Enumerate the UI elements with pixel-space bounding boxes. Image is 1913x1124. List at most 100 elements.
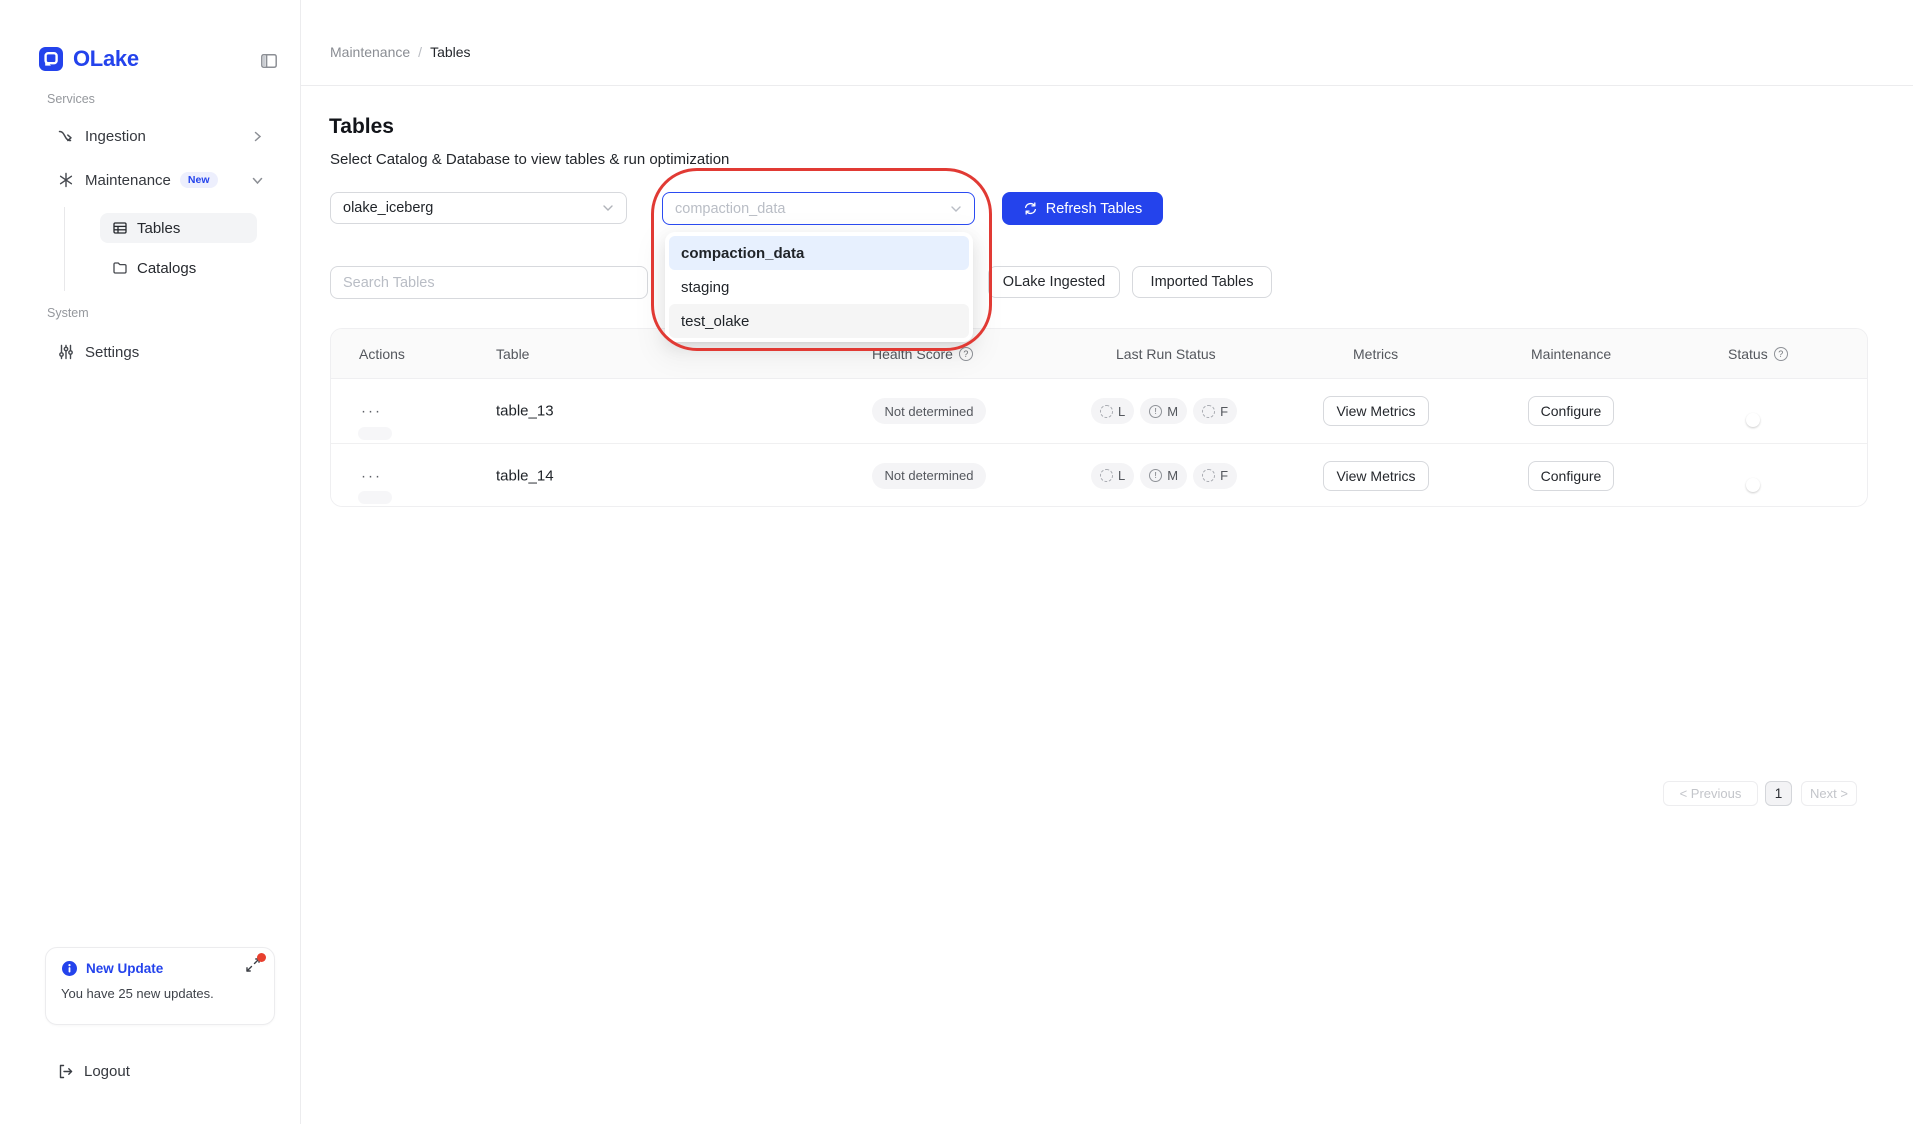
run-status-merge-pill: !M <box>1140 463 1187 489</box>
column-header-status: Status ? <box>1728 329 1788 379</box>
expand-icon[interactable] <box>245 957 263 975</box>
tables-table: Actions Table Health Score ? Last Run St… <box>330 328 1868 507</box>
table-row: ··· table_13 Not determined L !M F View … <box>331 379 1867 443</box>
help-icon[interactable]: ? <box>1774 347 1788 361</box>
header-divider <box>301 85 1913 86</box>
dropdown-option-compaction-data[interactable]: compaction_data <box>669 236 969 270</box>
health-score-badge: Not determined <box>872 398 986 424</box>
sidebar-item-label: Ingestion <box>85 128 146 145</box>
last-run-status-group: L !M F <box>1091 398 1237 424</box>
column-header-metrics: Metrics <box>1353 329 1398 379</box>
chevron-down-icon <box>950 203 962 215</box>
filter-olake-ingested-button[interactable]: OLake Ingested <box>988 266 1120 298</box>
sidebar-item-label: Tables <box>137 220 180 237</box>
filter-imported-tables-button[interactable]: Imported Tables <box>1132 266 1272 298</box>
info-icon <box>61 960 78 977</box>
table-row: ··· table_14 Not determined L !M F View … <box>331 443 1867 507</box>
catalog-select-value: olake_iceberg <box>343 200 433 216</box>
sliders-icon <box>57 343 75 361</box>
maintenance-sparkle-icon <box>57 171 75 189</box>
brand-name: OLake <box>73 47 139 71</box>
table-name: table_14 <box>496 467 554 484</box>
column-header-table: Table <box>496 329 529 379</box>
logout-button[interactable]: Logout <box>45 1056 275 1086</box>
update-card-title: New Update <box>86 961 163 976</box>
pagination-page-1[interactable]: 1 <box>1765 781 1792 806</box>
sidebar-item-catalogs[interactable]: Catalogs <box>100 253 257 283</box>
pending-spinner-icon <box>1202 405 1215 418</box>
toggle-knob <box>1746 478 1760 492</box>
pending-spinner-icon <box>1100 469 1113 482</box>
table-icon <box>112 220 128 236</box>
new-badge: New <box>180 172 218 188</box>
pagination-next-button[interactable]: Next > <box>1801 781 1857 806</box>
pagination-previous-button[interactable]: < Previous <box>1663 781 1758 806</box>
sidebar: OLake Services Ingestion <box>0 0 301 1124</box>
table-name: table_13 <box>496 403 554 420</box>
chevron-down-icon <box>602 202 614 214</box>
breadcrumb: Maintenance / Tables <box>330 44 471 60</box>
exclamation-circle-icon: ! <box>1149 469 1162 482</box>
help-icon[interactable]: ? <box>959 347 973 361</box>
exclamation-circle-icon: ! <box>1149 405 1162 418</box>
column-header-last-run-status: Last Run Status <box>1116 329 1216 379</box>
logout-label: Logout <box>84 1063 130 1080</box>
run-status-merge-pill: !M <box>1140 398 1187 424</box>
sidebar-item-label: Maintenance <box>85 172 171 189</box>
sidebar-item-settings[interactable]: Settings <box>45 337 275 367</box>
toggle-knob <box>1746 413 1760 427</box>
update-card-message: You have 25 new updates. <box>46 977 274 1001</box>
database-select-placeholder: compaction_data <box>675 201 785 217</box>
view-metrics-button[interactable]: View Metrics <box>1323 461 1429 491</box>
app-window: OLake Services Ingestion <box>0 0 1913 1124</box>
chevron-right-icon <box>252 131 263 142</box>
pending-spinner-icon <box>1202 469 1215 482</box>
run-status-load-pill: L <box>1091 463 1134 489</box>
refresh-icon <box>1023 201 1038 216</box>
dropdown-option-test-olake[interactable]: test_olake <box>669 304 969 338</box>
sidebar-item-tables[interactable]: Tables <box>100 213 257 243</box>
last-run-status-group: L !M F <box>1091 463 1237 489</box>
pending-spinner-icon <box>1100 405 1113 418</box>
catalog-select[interactable]: olake_iceberg <box>330 192 627 224</box>
run-status-finalize-pill: F <box>1193 398 1237 424</box>
ingestion-icon <box>57 127 75 145</box>
view-metrics-button[interactable]: View Metrics <box>1323 396 1429 426</box>
logout-icon <box>57 1063 74 1080</box>
row-actions-button[interactable]: ··· <box>361 403 382 420</box>
breadcrumb-maintenance[interactable]: Maintenance <box>330 44 410 60</box>
table-header-row: Actions Table Health Score ? Last Run St… <box>331 329 1867 379</box>
breadcrumb-current: Tables <box>430 44 470 60</box>
page-title: Tables <box>329 115 394 139</box>
section-label-services: Services <box>47 92 95 106</box>
folder-icon <box>112 260 128 276</box>
sidebar-item-maintenance[interactable]: Maintenance New <box>45 165 275 195</box>
run-status-finalize-pill: F <box>1193 463 1237 489</box>
chevron-down-icon <box>252 175 263 186</box>
database-options-dropdown: compaction_data staging test_olake <box>665 232 973 342</box>
submenu-indent-line <box>64 207 65 291</box>
page-subtitle: Select Catalog & Database to view tables… <box>330 151 729 168</box>
breadcrumb-separator: / <box>418 44 422 60</box>
configure-button[interactable]: Configure <box>1528 461 1614 491</box>
run-status-load-pill: L <box>1091 398 1134 424</box>
section-label-system: System <box>47 306 89 320</box>
actions-hover-artifact <box>358 427 392 440</box>
sidebar-item-label: Catalogs <box>137 260 196 277</box>
column-header-actions: Actions <box>359 329 405 379</box>
dropdown-option-staging[interactable]: staging <box>669 270 969 304</box>
olake-logo-icon <box>39 47 63 71</box>
refresh-button-label: Refresh Tables <box>1046 201 1142 217</box>
configure-button[interactable]: Configure <box>1528 396 1614 426</box>
update-card[interactable]: New Update You have 25 new updates. <box>45 947 275 1025</box>
search-tables-input[interactable] <box>330 266 648 299</box>
actions-hover-artifact <box>358 491 392 504</box>
database-select[interactable]: compaction_data <box>662 192 975 225</box>
sidebar-item-ingestion[interactable]: Ingestion <box>45 121 275 151</box>
sidebar-collapse-button[interactable] <box>259 50 281 72</box>
column-header-maintenance: Maintenance <box>1531 329 1611 379</box>
notification-dot <box>257 953 266 962</box>
sidebar-item-label: Settings <box>85 344 139 361</box>
refresh-tables-button[interactable]: Refresh Tables <box>1002 192 1163 225</box>
row-actions-button[interactable]: ··· <box>361 467 382 484</box>
